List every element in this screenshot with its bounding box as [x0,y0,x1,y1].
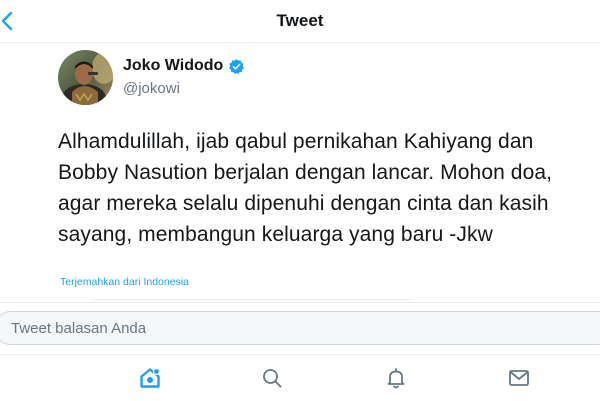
divider [94,299,414,300]
avatar-image [58,50,113,105]
author-name-row: Joko Widodo [123,57,245,75]
author-name[interactable]: Joko Widodo [123,57,223,75]
tweet-text: Alhamdulillah, ijab qabul pernikahan Kah… [58,130,553,246]
top-bar: Tweet [0,0,600,43]
tab-search[interactable] [259,365,285,391]
home-icon [140,367,161,388]
verified-badge-icon [228,58,245,75]
avatar[interactable] [58,50,113,105]
reply-bar [0,302,600,355]
tweet-author: Joko Widodo @jokowi [55,48,455,108]
translate-link[interactable]: Terjemahkan dari Indonesia [60,276,189,288]
tab-notifications[interactable] [383,365,409,391]
author-handle: @jokowi [123,80,180,97]
page-title: Tweet [276,11,324,30]
tab-home[interactable] [137,365,163,391]
reply-input[interactable] [0,311,600,345]
bottom-tab-bar [0,354,600,401]
search-icon [263,369,282,388]
tab-messages[interactable] [506,365,532,391]
mail-icon [509,370,529,386]
bell-icon [387,368,405,389]
